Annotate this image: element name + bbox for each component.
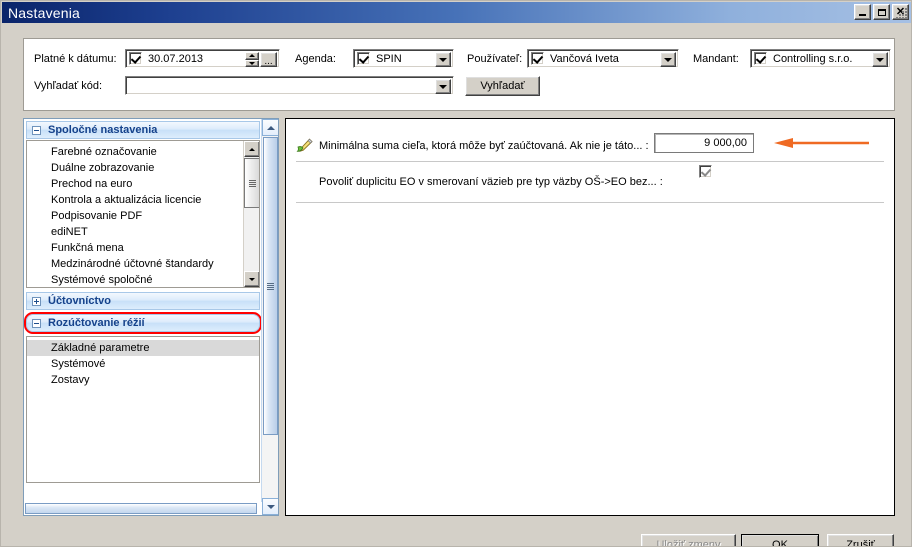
user-checkbox[interactable] [531, 52, 544, 65]
panel-scroll-thumb[interactable] [263, 137, 278, 435]
scroll-down-button[interactable] [244, 271, 259, 287]
filter-bar: Platné k dátumu: 30.07.2013 ... Agenda: … [23, 38, 895, 111]
minimize-button[interactable] [854, 4, 871, 20]
nav-item-medzinarodne-standardy[interactable]: Medzinárodné účtovné štandardy [27, 256, 259, 272]
nav-group-header-spolocne-nastavenia[interactable]: Spoločné nastavenia [26, 121, 260, 139]
scroll-up-button[interactable] [244, 141, 259, 157]
chevron-down-icon [439, 84, 447, 89]
nav-item-systemove[interactable]: Systémové [27, 356, 259, 372]
annotation-arrow [774, 138, 869, 148]
navigation-groups: Spoločné nastavenia Farebné označovanie … [24, 119, 262, 515]
panel-scroll-down-button[interactable] [262, 498, 278, 515]
collapse-minus-icon[interactable] [32, 125, 41, 135]
maximize-button[interactable] [873, 4, 890, 20]
maximize-icon [877, 8, 886, 16]
save-changes-button[interactable]: Uložiť zmeny [641, 534, 736, 546]
client-dropdown-button[interactable] [872, 52, 888, 67]
valid-date-spin-down[interactable] [245, 59, 259, 67]
nav-item-systemove-spolocne[interactable]: Systémové spoločné [27, 272, 259, 287]
agenda-label: Agenda: [295, 53, 336, 65]
scroll-thumb[interactable] [244, 158, 259, 208]
chevron-up-icon [266, 125, 275, 130]
minimum-amount-input[interactable]: 9 000,00 [654, 133, 754, 153]
navigation-panel-scrollbar[interactable] [261, 119, 278, 515]
chevron-down-icon [249, 277, 255, 281]
nav-item-zakladne-parametre[interactable]: Základné parametre [27, 340, 259, 356]
resize-grip-icon[interactable] [896, 8, 908, 20]
collapse-minus-icon[interactable] [32, 318, 41, 328]
nav-group-header-uctovnictvo[interactable]: Účtovníctvo [26, 292, 260, 310]
chevron-down-icon [439, 57, 447, 62]
user-combo[interactable]: Vančová Iveta [527, 49, 679, 68]
panel-scroll-up-button[interactable] [262, 119, 278, 136]
search-code-combo[interactable] [125, 76, 454, 95]
agenda-dropdown-button[interactable] [435, 52, 451, 67]
client-label: Mandant: [693, 53, 739, 65]
chevron-down-icon [876, 57, 884, 62]
nav-item-list: Základné parametre Systémové Zostavy [27, 337, 259, 388]
client-value: Controlling s.r.o. [773, 52, 853, 65]
user-dropdown-button[interactable] [660, 52, 676, 67]
grip-icon [267, 282, 274, 290]
settings-navigation-panel: Spoločné nastavenia Farebné označovanie … [23, 118, 279, 516]
valid-date-spinner[interactable] [245, 52, 259, 67]
nav-item-funkcna-mena[interactable]: Funkčná mena [27, 240, 259, 256]
search-code-label: Vyhľadať kód: [34, 80, 103, 92]
agenda-value: SPIN [376, 52, 402, 65]
ok-button[interactable]: OK [741, 534, 819, 546]
pencil-edit-icon [296, 138, 314, 154]
valid-date-checkbox[interactable] [129, 52, 142, 65]
valid-date-value: 30.07.2013 [148, 52, 204, 65]
valid-date-browse-button[interactable]: ... [260, 52, 277, 67]
nav-group-title: Rozúčtovanie réžií [48, 317, 145, 329]
panel-hscroll-thumb[interactable] [25, 503, 257, 514]
user-label: Používateľ: [467, 53, 523, 65]
nav-group-title: Spoločné nastavenia [48, 124, 158, 136]
nav-group-body-rozuctovanie-rezii: Základné parametre Systémové Zostavy [26, 336, 260, 483]
agenda-checkbox[interactable] [357, 52, 370, 65]
nav-item-edinet[interactable]: ediNET [27, 224, 259, 240]
valid-date-label: Platné k dátumu: [34, 53, 117, 65]
valid-date-spin-up[interactable] [245, 52, 259, 60]
nav-item-farebne-oznacovanie[interactable]: Farebné označovanie [27, 144, 259, 160]
nav-group-header-rozuctovanie-rezii[interactable]: Rozúčtovanie réžií [24, 312, 262, 334]
nav-group-title: Účtovníctvo [48, 295, 111, 307]
navigation-panel-hscrollbar[interactable] [24, 502, 262, 515]
allow-duplicity-checkbox[interactable] [699, 165, 712, 178]
chevron-down-icon [664, 57, 672, 62]
title-bar: Nastavenia ✕ [2, 2, 911, 23]
nav-group-scrollbar[interactable] [243, 141, 259, 287]
nav-item-dualne-zobrazovanie[interactable]: Duálne zobrazovanie [27, 160, 259, 176]
nav-item-list: Farebné označovanie Duálne zobrazovanie … [27, 141, 259, 287]
chevron-down-icon [249, 61, 255, 65]
cancel-button[interactable]: Zrušiť [827, 534, 894, 546]
property-label: Minimálna suma cieľa, ktorá môže byť zaú… [319, 140, 649, 152]
grip-icon [248, 179, 256, 187]
chevron-up-icon [249, 147, 255, 151]
settings-dialog-window: Nastavenia ✕ Platné k dátumu: 30.07.2013 [0, 0, 912, 547]
property-row-povolit-duplicitu: Povoliť duplicitu EO v smerovaní väzieb … [296, 162, 884, 203]
agenda-combo[interactable]: SPIN [353, 49, 454, 68]
chevron-up-icon [249, 54, 255, 58]
search-button[interactable]: Vyhľadať [465, 76, 540, 96]
nav-item-podpisovanie-pdf[interactable]: Podpisovanie PDF [27, 208, 259, 224]
user-value: Vančová Iveta [550, 52, 619, 65]
nav-group-body-spolocne-nastavenia: Farebné označovanie Duálne zobrazovanie … [26, 140, 260, 288]
expand-plus-icon[interactable] [32, 296, 41, 306]
window-title: Nastavenia [8, 4, 81, 21]
nav-item-kontrola-licencie[interactable]: Kontrola a aktualizácia licencie [27, 192, 259, 208]
dialog-client-area: Platné k dátumu: 30.07.2013 ... Agenda: … [2, 8, 911, 546]
search-code-dropdown-button[interactable] [435, 79, 451, 94]
client-checkbox[interactable] [754, 52, 767, 65]
row-icon-placeholder [296, 174, 314, 190]
property-row-minimalna-suma: Minimálna suma cieľa, ktorá môže byť zaú… [296, 131, 884, 162]
client-combo[interactable]: Controlling s.r.o. [750, 49, 891, 68]
settings-content-panel: Minimálna suma cieľa, ktorá môže byť zaú… [285, 118, 895, 516]
property-label: Povoliť duplicitu EO v smerovaní väzieb … [319, 176, 663, 188]
valid-date-field[interactable]: 30.07.2013 ... [125, 49, 280, 68]
chevron-down-icon [266, 504, 275, 509]
nav-item-prechod-na-euro[interactable]: Prechod na euro [27, 176, 259, 192]
minimize-icon [859, 14, 866, 16]
nav-item-zostavy[interactable]: Zostavy [27, 372, 259, 388]
